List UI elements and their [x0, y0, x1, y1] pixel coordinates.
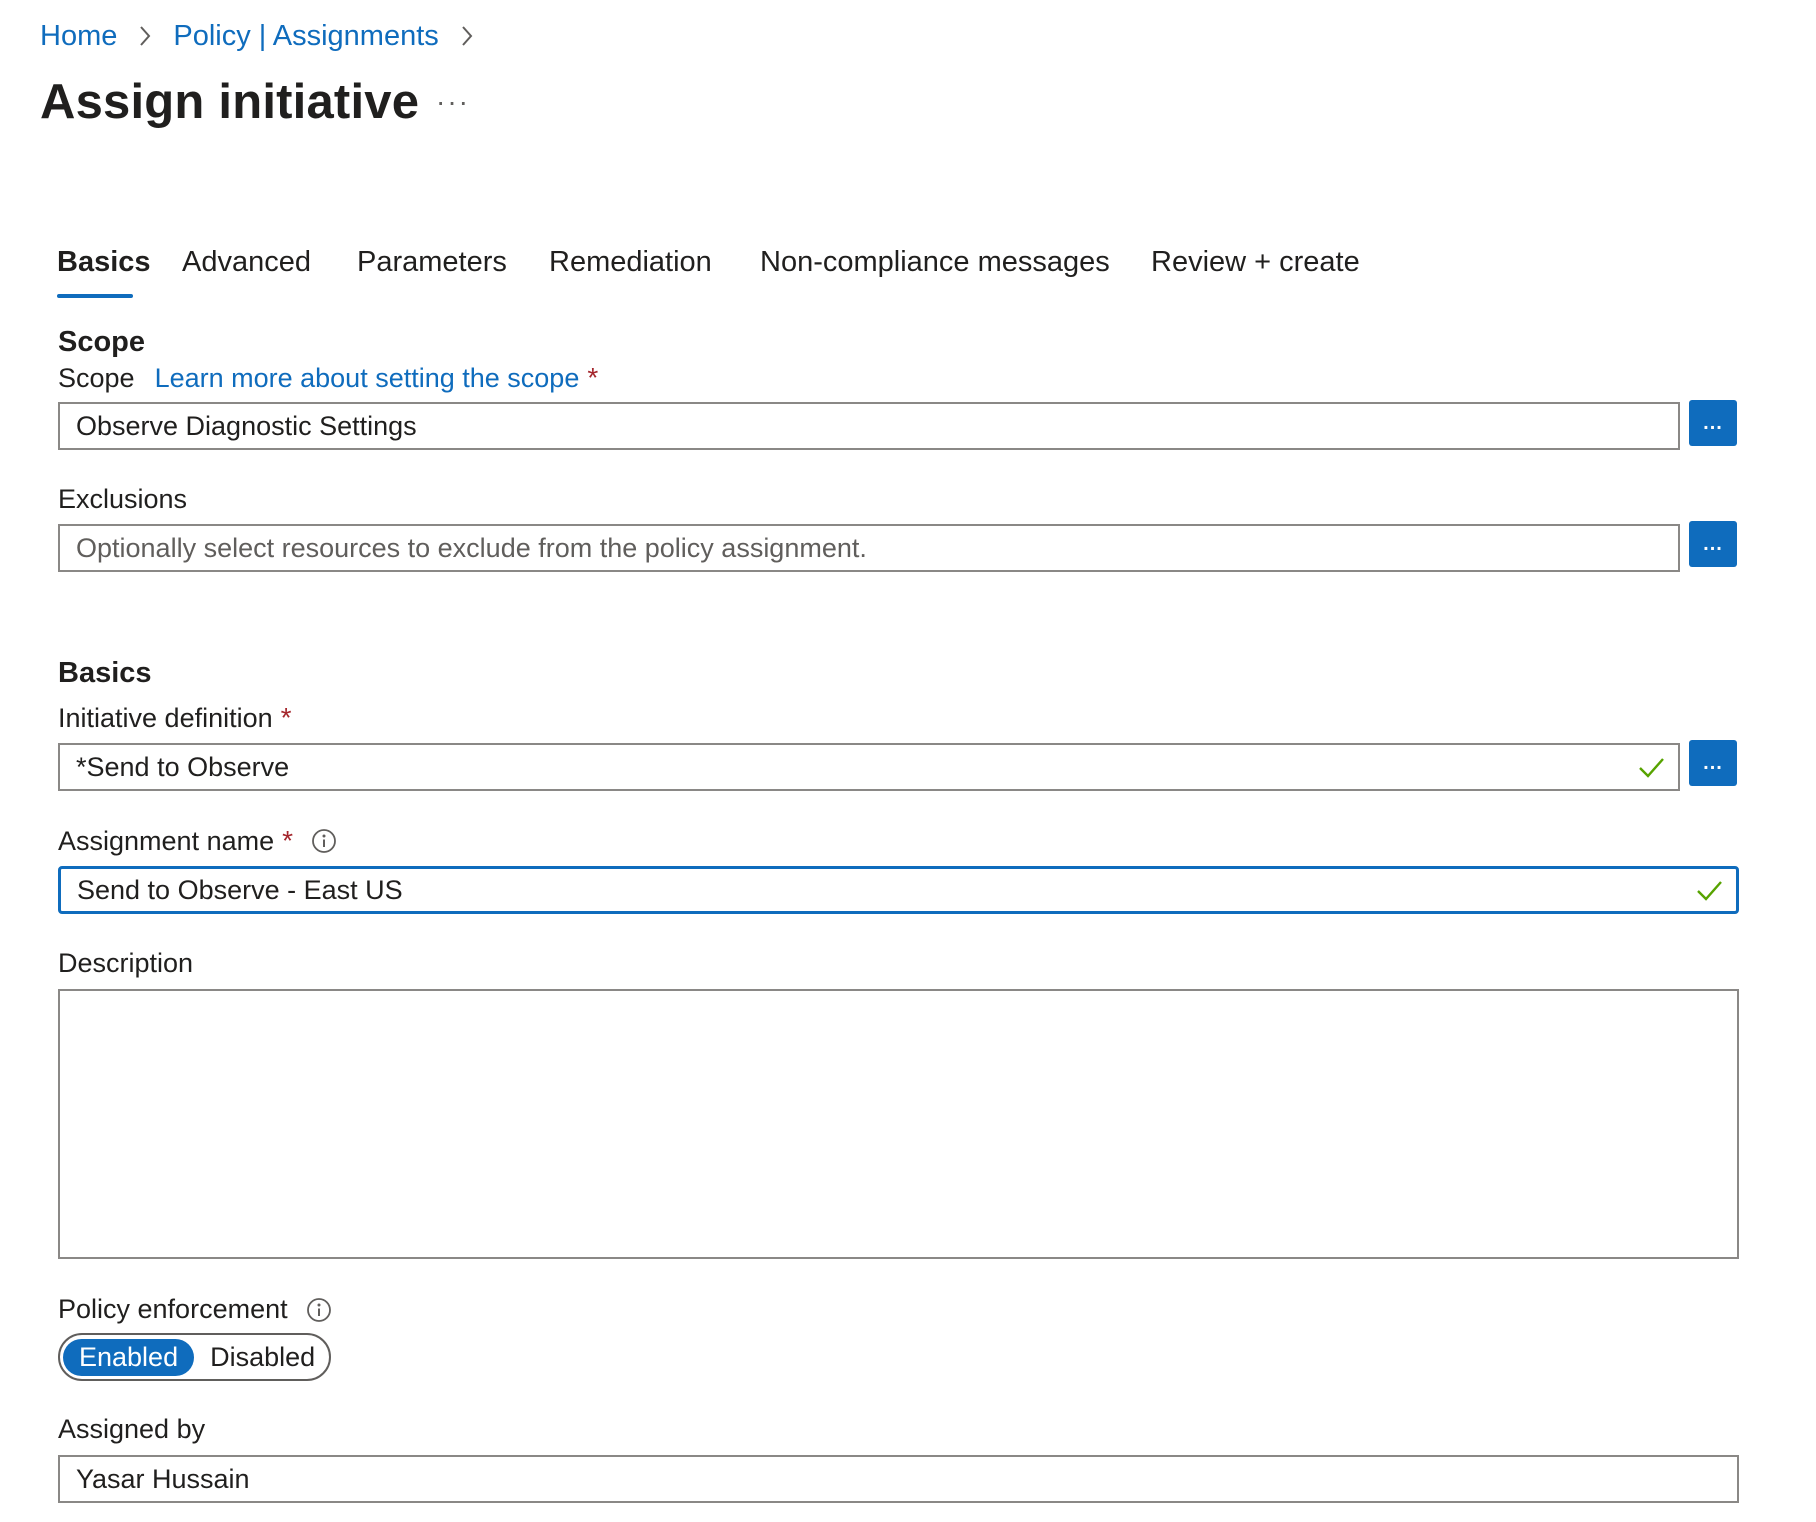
initiative-browse-button[interactable]: ... — [1689, 740, 1737, 786]
initiative-definition-label: Initiative definition — [58, 702, 273, 733]
enforcement-enabled-option[interactable]: Enabled — [63, 1338, 195, 1376]
tab-remediation[interactable]: Remediation — [549, 246, 712, 279]
breadcrumb-policy-assignments[interactable]: Policy | Assignments — [173, 20, 438, 53]
exclusions-input[interactable]: Optionally select resources to exclude f… — [58, 524, 1680, 572]
required-marker: * — [280, 702, 292, 733]
scope-label-row: Scope Learn more about setting the scope… — [58, 362, 598, 394]
scope-heading: Scope — [58, 326, 146, 358]
assigned-by-input[interactable]: Yasar Hussain — [58, 1455, 1739, 1503]
breadcrumb-home[interactable]: Home — [40, 20, 117, 53]
assignment-name-input[interactable]: Send to Observe - East US — [58, 866, 1739, 914]
scope-input[interactable]: Observe Diagnostic Settings — [58, 402, 1680, 450]
more-icon[interactable]: ··· — [436, 86, 470, 118]
breadcrumb: Home Policy | Assignments — [40, 18, 495, 54]
scope-browse-button[interactable]: ... — [1689, 400, 1737, 446]
required-marker: * — [282, 825, 294, 856]
initiative-label-row: Initiative definition * — [58, 702, 292, 734]
scope-label: Scope — [58, 362, 135, 393]
info-icon[interactable] — [306, 1297, 332, 1323]
exclusions-browse-button[interactable]: ... — [1689, 521, 1737, 567]
enforcement-disabled-option[interactable]: Disabled — [194, 1339, 331, 1376]
checkmark-icon — [1697, 881, 1722, 901]
info-icon[interactable] — [311, 828, 337, 854]
chevron-right-icon — [449, 18, 485, 54]
policy-enforcement-toggle[interactable]: Enabled Disabled — [58, 1333, 331, 1381]
tab-parameters[interactable]: Parameters — [357, 246, 507, 279]
policy-enforcement-label: Policy enforcement — [58, 1294, 288, 1324]
tab-advanced[interactable]: Advanced — [182, 246, 311, 279]
required-marker: * — [587, 362, 599, 393]
assignment-name-label: Assignment name — [58, 825, 275, 856]
assigned-by-label: Assigned by — [58, 1414, 206, 1444]
page-title: Assign initiative — [40, 75, 420, 129]
tab-review-create[interactable]: Review + create — [1151, 246, 1360, 279]
assignment-name-value: Send to Observe - East US — [77, 874, 403, 905]
policy-enforcement-label-row: Policy enforcement — [58, 1294, 332, 1325]
tab-basics[interactable]: Basics — [57, 246, 151, 279]
active-tab-indicator — [57, 294, 133, 298]
learn-more-scope-link[interactable]: Learn more about setting the scope — [155, 363, 580, 394]
description-label: Description — [58, 948, 194, 978]
description-textarea[interactable] — [58, 989, 1739, 1259]
initiative-definition-value: *Send to Observe — [76, 751, 290, 782]
tab-non-compliance-messages[interactable]: Non-compliance messages — [760, 246, 1110, 279]
initiative-definition-input[interactable]: *Send to Observe — [58, 743, 1680, 791]
exclusions-label: Exclusions — [58, 484, 188, 514]
checkmark-icon — [1639, 758, 1664, 778]
basics-heading: Basics — [58, 657, 152, 689]
chevron-right-icon — [127, 18, 163, 54]
assignment-name-label-row: Assignment name * — [58, 825, 337, 857]
